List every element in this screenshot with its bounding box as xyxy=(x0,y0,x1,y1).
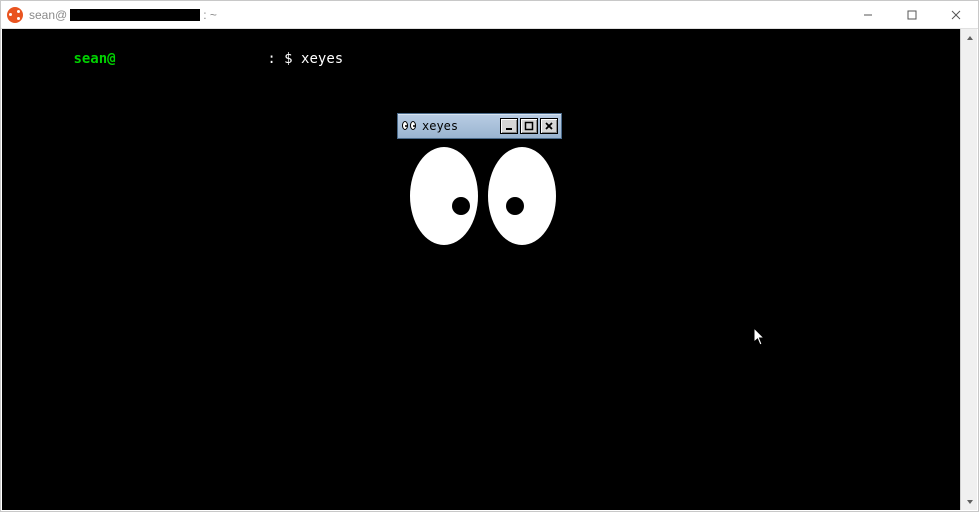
vertical-scrollbar[interactable] xyxy=(960,29,977,510)
window-title-suffix: : ~ xyxy=(203,8,217,22)
prompt-host-redacted xyxy=(116,51,268,67)
cursor-icon xyxy=(753,327,767,347)
prompt-separator: : xyxy=(267,51,284,67)
pupil-right xyxy=(506,197,524,215)
xeyes-app-icon xyxy=(402,120,418,132)
terminal-area: sean@ : $ xeyes xeyes xyxy=(2,29,977,510)
window-title-prefix: sean@ xyxy=(29,8,67,22)
window-controls xyxy=(846,1,978,29)
main-window: sean@ : ~ sean@ : $ xeyes xyxy=(0,0,979,512)
prompt-line: sean@ : $ xeyes xyxy=(6,35,343,83)
minimize-button[interactable] xyxy=(846,1,890,29)
xeyes-maximize-button[interactable] xyxy=(520,118,538,134)
prompt-command: xeyes xyxy=(301,51,343,67)
prompt-user: sean@ xyxy=(73,51,115,67)
eye-right xyxy=(488,147,556,245)
xeyes-title: xeyes xyxy=(422,119,498,133)
pupil-left xyxy=(452,197,470,215)
terminal[interactable]: sean@ : $ xeyes xeyes xyxy=(2,29,960,510)
scroll-down-button[interactable] xyxy=(961,493,978,510)
window-title-redacted xyxy=(70,9,200,21)
scroll-up-button[interactable] xyxy=(961,29,978,46)
xeyes-window[interactable]: xeyes xyxy=(397,113,562,139)
xeyes-titlebar[interactable]: xeyes xyxy=(397,113,562,139)
prompt-symbol: $ xyxy=(284,51,301,67)
eye-left xyxy=(410,147,478,245)
window-titlebar[interactable]: sean@ : ~ xyxy=(1,1,978,29)
maximize-button[interactable] xyxy=(890,1,934,29)
xeyes-eyes xyxy=(410,147,560,267)
ubuntu-icon xyxy=(7,7,23,23)
xeyes-close-button[interactable] xyxy=(540,118,558,134)
xeyes-minimize-button[interactable] xyxy=(500,118,518,134)
close-button[interactable] xyxy=(934,1,978,29)
